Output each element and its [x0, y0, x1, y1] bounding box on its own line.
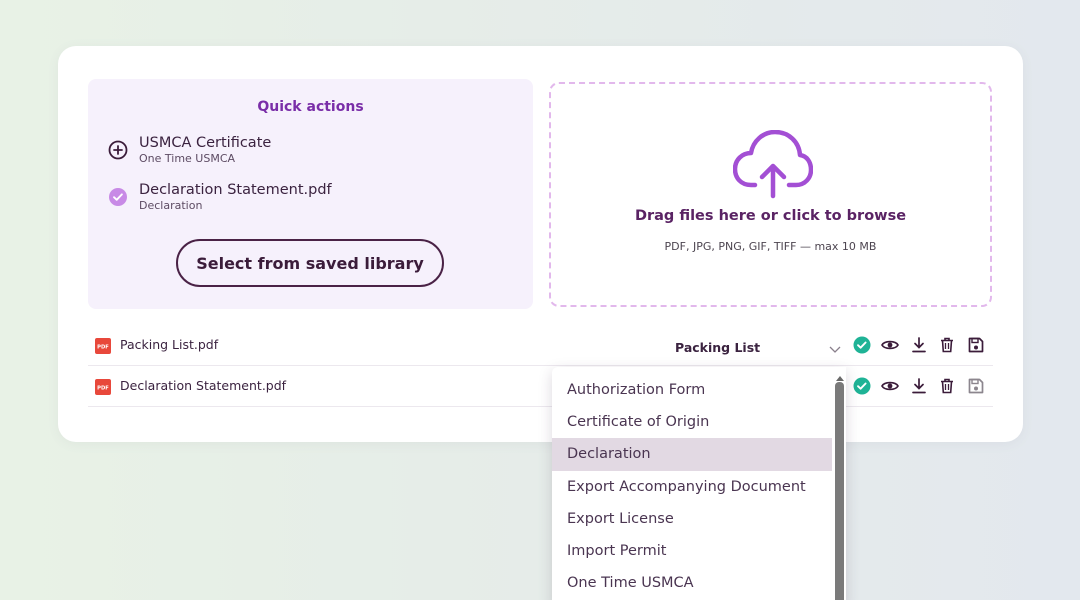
dropdown-option[interactable]: Certificate of Origin — [552, 406, 832, 438]
file-row: PDF Packing List.pdf Packing List — [88, 326, 993, 366]
scrollbar-thumb[interactable] — [835, 382, 844, 600]
scroll-up-arrow-icon[interactable] — [834, 368, 846, 381]
pdf-file-icon: PDF — [95, 338, 111, 354]
dropzone-subtitle: PDF, JPG, PNG, GIF, TIFF — max 10 MB — [664, 240, 877, 253]
file-name: Packing List.pdf — [120, 337, 219, 352]
pdf-icon-label: PDF — [97, 345, 109, 351]
quick-action-declaration[interactable]: Declaration Statement.pdf Declaration — [108, 182, 332, 212]
dropzone-title: Drag files here or click to browse — [634, 208, 907, 224]
trash-icon[interactable] — [938, 377, 956, 395]
trash-icon[interactable] — [938, 336, 956, 354]
download-icon[interactable] — [910, 336, 928, 354]
quick-action-sub: Declaration — [139, 199, 203, 212]
doc-type-dropdown-menu: Authorization Form Certificate of Origin… — [552, 367, 846, 600]
dropdown-option[interactable]: Export Accompanying Document — [552, 471, 832, 503]
upload-card: Quick actions USMCA Certificate One Time… — [58, 46, 1023, 442]
pdf-icon-label: PDF — [97, 386, 109, 392]
file-name: Declaration Statement.pdf — [120, 378, 287, 393]
doc-type-select[interactable]: Packing List — [675, 340, 760, 355]
dropdown-option[interactable]: Import Permit — [552, 535, 832, 567]
download-icon[interactable] — [910, 377, 928, 395]
dropdown-option-highlighted[interactable]: Declaration — [552, 438, 832, 471]
select-library-button[interactable]: Select from saved library — [176, 239, 444, 287]
dropdown-option[interactable]: One Time USMCA — [552, 567, 832, 599]
eye-icon[interactable] — [881, 336, 899, 354]
dropdown-option[interactable]: Export License — [552, 503, 832, 535]
eye-icon[interactable] — [881, 377, 899, 395]
dropdown-options: Authorization Form Certificate of Origin… — [552, 374, 832, 599]
cloud-upload-icon — [732, 129, 814, 200]
dropdown-option[interactable]: Authorization Form — [552, 374, 832, 406]
pdf-file-icon: PDF — [95, 379, 111, 395]
file-dropzone[interactable]: Drag files here or click to browse PDF, … — [549, 82, 992, 307]
quick-actions-title: Quick actions — [257, 99, 364, 115]
check-circle-icon[interactable] — [853, 377, 871, 395]
quick-action-name: USMCA Certificate — [139, 135, 272, 151]
check-circle-icon — [108, 187, 128, 207]
quick-action-sub: One Time USMCA — [139, 152, 236, 165]
quick-action-name: Declaration Statement.pdf — [139, 182, 332, 198]
chevron-down-icon[interactable] — [829, 340, 841, 353]
quick-action-usmca[interactable]: USMCA Certificate One Time USMCA — [108, 135, 271, 165]
check-circle-icon[interactable] — [853, 336, 871, 354]
save-icon[interactable] — [967, 336, 985, 354]
quick-actions-panel: Quick actions USMCA Certificate One Time… — [88, 79, 533, 309]
file-row: PDF Declaration Statement.pdf — [88, 367, 993, 407]
save-icon[interactable] — [967, 377, 985, 395]
plus-circle-icon[interactable] — [108, 140, 128, 160]
